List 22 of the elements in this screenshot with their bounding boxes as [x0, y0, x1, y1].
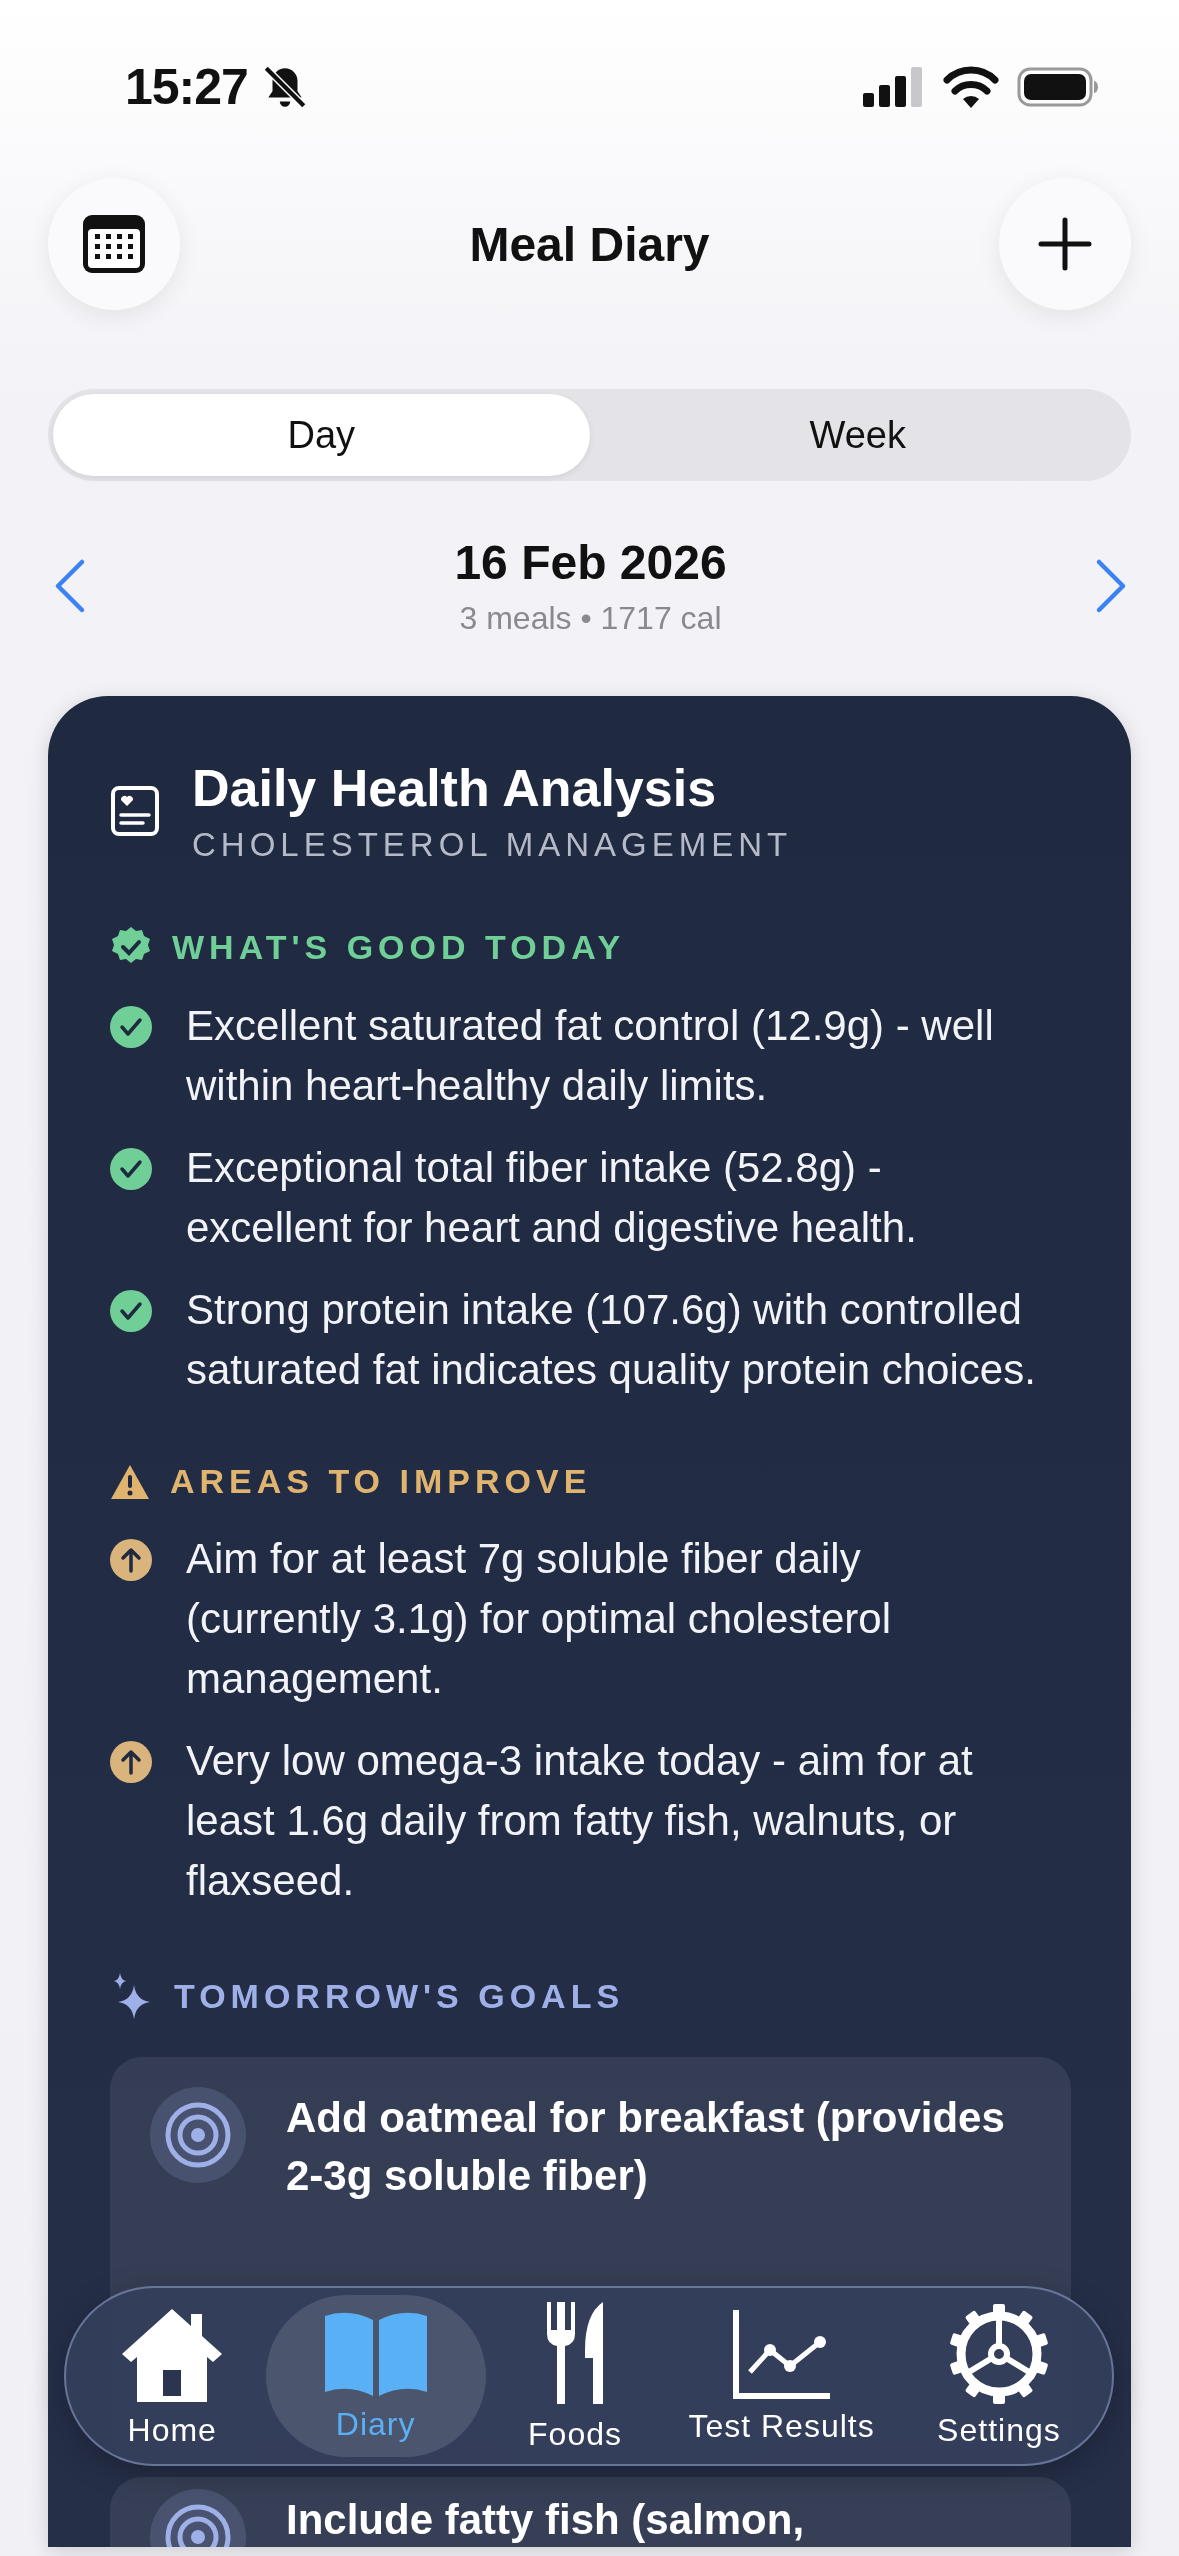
- date-label: 16 Feb 2026: [454, 535, 727, 590]
- clock-time: 15:27: [125, 58, 248, 116]
- insight-text: Excellent saturated fat control (12.9g) - well within heart-healthy daily limits.: [186, 1001, 995, 1111]
- tab-bar-item[interactable]: Settings: [913, 2295, 1085, 2457]
- section-heading: AREAS TO IMPROVE: [170, 1462, 592, 1501]
- insight-text: Strong protein intake (107.6g) with controlled saturated fat indicates quality protein choices.: [186, 1285, 1037, 1395]
- section-heading: TOMORROW'S GOALS: [174, 1976, 625, 2016]
- card-subtitle: CHOLESTEROL MANAGEMENT: [192, 826, 793, 864]
- section-heading: WHAT'S GOOD TODAY: [172, 927, 626, 967]
- insight-text: Aim for at least 7g soluble fiber daily (currently 3.1g) for optimal cholesterol management.: [186, 1534, 892, 1704]
- tab-bar-item[interactable]: Test Results: [664, 2295, 899, 2457]
- day-summary: 3 meals • 1717 cal: [459, 600, 722, 637]
- screen-title: Meal Diary: [469, 216, 710, 272]
- segment-tab[interactable]: Day: [53, 394, 590, 476]
- insight-text: Very low omega-3 intake today - aim for at least 1.6g daily from fatty fish, walnuts, or flaxseed.: [186, 1736, 974, 1906]
- card-title: Daily Health Analysis: [192, 758, 718, 818]
- insight-text: Exceptional total fiber intake (52.8g) - excellent for heart and digestive health.: [186, 1143, 918, 1253]
- goal-text: Include fatty fish (salmon,: [286, 2495, 805, 2545]
- segment-tab[interactable]: Week: [589, 394, 1126, 476]
- tab-bar-item[interactable]: Foods: [500, 2295, 650, 2457]
- tab-bar-item[interactable]: Home: [93, 2295, 252, 2457]
- goal-text: Add oatmeal for breakfast (provides 2-3g soluble fiber): [286, 2093, 1006, 2201]
